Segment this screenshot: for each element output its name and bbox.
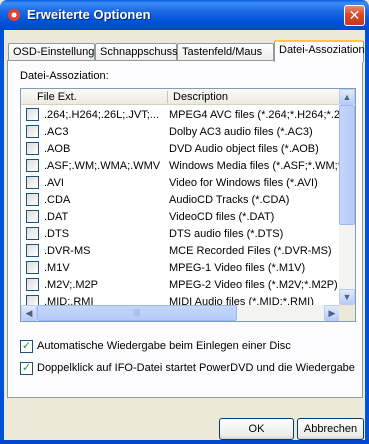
row-description: Video for Windows files (*.AVI) <box>169 177 318 189</box>
row-description: VideoCD files (*.DAT) <box>169 211 275 223</box>
row-checkbox[interactable] <box>26 278 39 291</box>
tab-datei-assoziation[interactable]: Datei-Assoziation <box>274 40 365 62</box>
list-item[interactable]: .M1V MPEG-1 Video files (*.M1V) <box>21 260 340 277</box>
row-ext: .AOB <box>44 143 71 155</box>
row-checkbox[interactable] <box>26 142 39 155</box>
list-item[interactable]: .DTS DTS audio files (*.DTS) <box>21 226 340 243</box>
file-association-list[interactable]: File Ext. Description .264;.H264;.26L;.J… <box>20 88 356 322</box>
list-item[interactable]: .DVR-MS MCE Recorded Files (*.DVR-MS) <box>21 243 340 260</box>
row-description: Windows Media files (*.ASF;*.WM;* <box>169 160 339 172</box>
group-label: Datei-Assoziation: <box>20 70 109 82</box>
list-item[interactable]: .AVI Video for Windows files (*.AVI) <box>21 175 340 192</box>
horizontal-scrollbar[interactable]: ◀ ||| ▶ <box>21 305 340 321</box>
check-icon: ✓ <box>21 340 32 352</box>
row-ext: .AC3 <box>44 126 69 138</box>
chevron-left-icon: ◀ <box>25 308 33 318</box>
chevron-up-icon: ▲ <box>342 92 352 102</box>
vertical-scroll-thumb[interactable] <box>339 105 355 225</box>
window-title: Erweiterte Optionen <box>27 7 151 22</box>
row-description: MPEG-2 Video files (*.M2V;*.M2P) <box>169 279 338 291</box>
column-header-file-ext[interactable]: File Ext. <box>37 90 77 104</box>
row-ext: .264;.H264;.26L;.JVT;... <box>44 109 159 121</box>
close-button[interactable]: ✕ <box>344 5 365 26</box>
scroll-right-button[interactable]: ▶ <box>324 305 340 321</box>
row-ext: .DTS <box>44 228 70 240</box>
row-description: MCE Recorded Files (*.DVR-MS) <box>169 245 332 257</box>
scroll-corner <box>339 305 355 321</box>
row-description: DTS audio files (*.DTS) <box>169 228 284 240</box>
tab-osd-einstellung[interactable]: OSD-Einstellung <box>8 43 95 61</box>
row-description: DVD Audio object files (*.AOB) <box>169 143 319 155</box>
row-checkbox[interactable] <box>26 159 39 172</box>
scroll-down-button[interactable]: ▼ <box>339 289 355 305</box>
row-checkbox[interactable] <box>26 261 39 274</box>
scroll-up-button[interactable]: ▲ <box>339 89 355 105</box>
tab-tastenfeld-maus[interactable]: Tastenfeld/Maus <box>177 43 274 61</box>
row-checkbox[interactable] <box>26 244 39 257</box>
tab-strip: OSD-Einstellung Schnappschuss Tastenfeld… <box>8 40 365 62</box>
row-ext: .M1V <box>44 262 70 274</box>
tab-schnappschuss[interactable]: Schnappschuss <box>95 43 178 61</box>
autoplay-checkbox[interactable]: ✓ <box>20 340 33 353</box>
list-item[interactable]: .DAT VideoCD files (*.DAT) <box>21 209 340 226</box>
window-frame-left <box>0 30 4 444</box>
list-header: File Ext. Description <box>21 89 340 105</box>
list-item[interactable]: .CDA AudioCD Tracks (*.CDA) <box>21 192 340 209</box>
ifo-doubleclick-label[interactable]: Doppelklick auf IFO-Datei startet PowerD… <box>37 362 355 375</box>
ifo-doubleclick-checkbox[interactable]: ✓ <box>20 362 33 375</box>
row-ext: .DAT <box>44 211 69 223</box>
row-checkbox[interactable] <box>26 227 39 240</box>
column-separator[interactable] <box>167 91 168 103</box>
column-header-description[interactable]: Description <box>173 90 228 104</box>
window-frame-bottom <box>0 440 369 444</box>
list-item[interactable]: .M2V;.M2P MPEG-2 Video files (*.M2V;*.M2… <box>21 277 340 294</box>
row-description: AudioCD Tracks (*.CDA) <box>169 194 290 206</box>
chevron-down-icon: ▼ <box>342 292 352 302</box>
title-bar: Erweiterte Optionen ✕ <box>0 0 369 30</box>
list-item[interactable]: .AC3 Dolby AC3 audio files (*.AC3) <box>21 124 340 141</box>
row-checkbox[interactable] <box>26 193 39 206</box>
row-description: Dolby AC3 audio files (*.AC3) <box>169 126 313 138</box>
row-ext: .M2V;.M2P <box>44 279 98 291</box>
check-icon: ✓ <box>21 362 32 374</box>
row-ext: .AVI <box>44 177 64 189</box>
chevron-right-icon: ▶ <box>328 308 336 318</box>
cancel-button[interactable]: Abbrechen <box>297 418 364 440</box>
vertical-scrollbar[interactable]: ▲ ▼ <box>339 89 355 305</box>
row-ext: .CDA <box>44 194 71 206</box>
row-ext: .DVR-MS <box>44 245 91 257</box>
row-description: MPEG-1 Video files (*.M1V) <box>169 262 306 274</box>
horizontal-scroll-thumb[interactable]: ||| <box>37 305 237 321</box>
row-checkbox[interactable] <box>26 176 39 189</box>
window-frame-right <box>365 30 369 444</box>
row-checkbox[interactable] <box>26 108 39 121</box>
scroll-left-button[interactable]: ◀ <box>21 305 37 321</box>
app-icon <box>8 9 20 21</box>
list-item[interactable]: .264;.H264;.26L;.JVT;... MPEG4 AVC files… <box>21 107 340 124</box>
list-item[interactable]: .ASF;.WM;.WMA;.WMV Windows Media files (… <box>21 158 340 175</box>
row-ext: .ASF;.WM;.WMA;.WMV <box>44 160 161 172</box>
autoplay-label[interactable]: Automatische Wiedergabe beim Einlegen ei… <box>37 340 291 353</box>
row-description: MPEG4 AVC files (*.264;*.H264;*.26 <box>169 109 339 121</box>
list-item[interactable]: .AOB DVD Audio object files (*.AOB) <box>21 141 340 158</box>
row-checkbox[interactable] <box>26 210 39 223</box>
close-icon: ✕ <box>348 7 361 23</box>
ok-button[interactable]: OK <box>219 418 294 440</box>
row-checkbox[interactable] <box>26 125 39 138</box>
grip-icon: ||| <box>133 308 141 317</box>
